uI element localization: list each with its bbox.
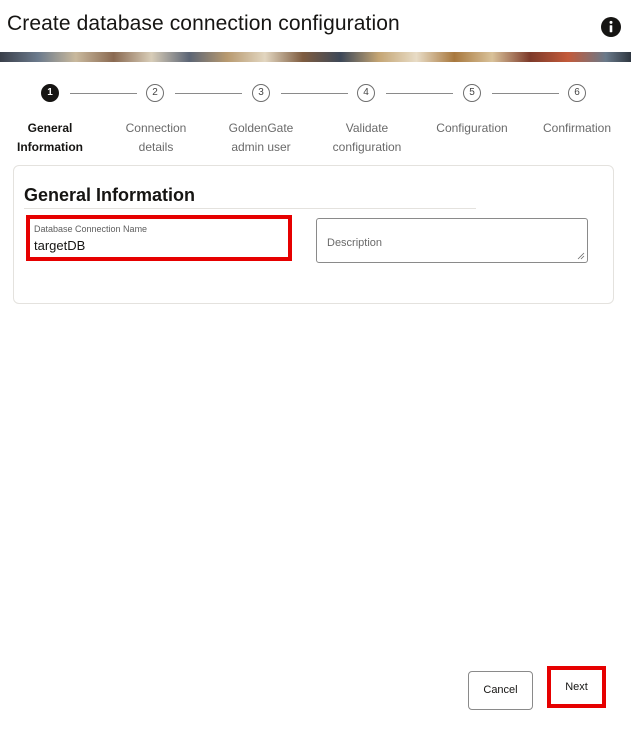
description-field[interactable]: Description xyxy=(316,218,588,263)
step-2-label[interactable]: Connection details xyxy=(101,119,211,157)
step-6-indicator[interactable]: 6 xyxy=(568,84,586,102)
step-connector xyxy=(175,93,242,94)
step-5-label-line1: Configuration xyxy=(436,121,508,135)
step-connector xyxy=(281,93,348,94)
dialog-header: Create database connection configuration xyxy=(0,0,631,52)
resize-grip-icon[interactable] xyxy=(577,252,585,260)
step-4-label-line1: Validate xyxy=(345,121,389,135)
decorative-banner xyxy=(0,52,631,62)
page-title: Create database connection configuration xyxy=(7,12,400,35)
database-connection-name-field[interactable]: Database Connection Name xyxy=(26,215,292,261)
step-5-indicator[interactable]: 5 xyxy=(463,84,481,102)
step-5-label[interactable]: Configuration xyxy=(417,119,527,138)
info-icon[interactable] xyxy=(601,17,621,37)
section-title: General Information xyxy=(24,185,196,205)
step-3-indicator[interactable]: 3 xyxy=(252,84,270,102)
step-1-label-line1: General xyxy=(27,121,73,135)
step-3-label-line2: admin user xyxy=(231,140,291,154)
wizard-train: 1 2 3 4 5 6 General Information Connecti… xyxy=(0,82,631,162)
step-connector xyxy=(70,93,137,94)
step-2-label-line1: Connection xyxy=(125,121,187,135)
step-3-label-line1: GoldenGate xyxy=(228,121,294,135)
step-4-label-line2: configuration xyxy=(332,140,402,154)
step-6-label[interactable]: Confirmation xyxy=(522,119,631,138)
general-information-card: General Information Database Connection … xyxy=(13,165,614,304)
step-6-label-line1: Confirmation xyxy=(542,121,612,135)
step-4-label[interactable]: Validate configuration xyxy=(312,119,422,157)
step-1-label-line2: Information xyxy=(17,140,83,154)
section-divider xyxy=(24,208,476,209)
step-4-indicator[interactable]: 4 xyxy=(357,84,375,102)
description-placeholder: Description xyxy=(327,237,383,249)
database-connection-name-label: Database Connection Name xyxy=(34,224,148,234)
step-connector xyxy=(386,93,453,94)
step-1-label[interactable]: General Information xyxy=(0,119,105,157)
step-3-label[interactable]: GoldenGate admin user xyxy=(206,119,316,157)
next-button[interactable]: Next xyxy=(547,666,606,708)
cancel-button[interactable]: Cancel xyxy=(468,671,533,710)
step-1-indicator[interactable]: 1 xyxy=(41,84,59,102)
database-connection-name-input[interactable] xyxy=(34,238,274,253)
step-2-indicator[interactable]: 2 xyxy=(146,84,164,102)
step-2-label-line2: details xyxy=(138,140,174,154)
step-connector xyxy=(492,93,559,94)
